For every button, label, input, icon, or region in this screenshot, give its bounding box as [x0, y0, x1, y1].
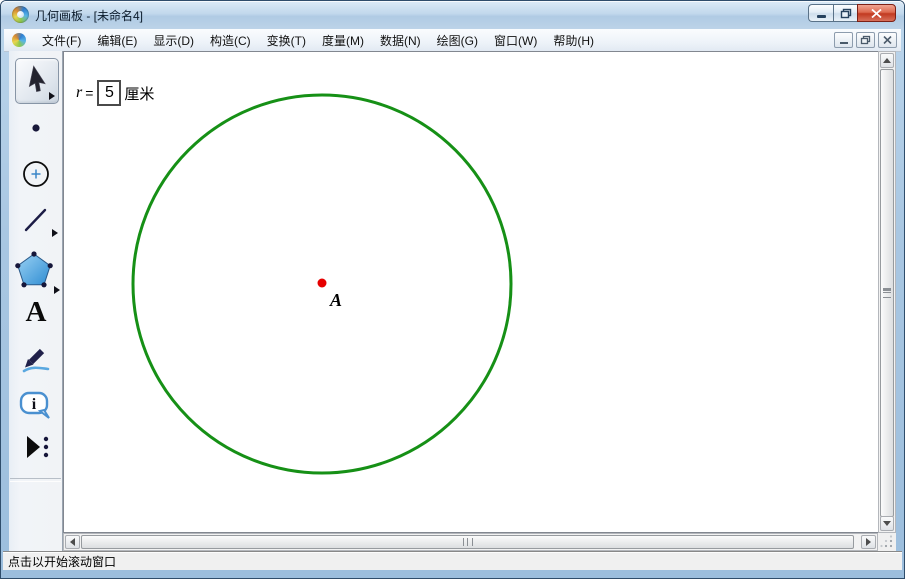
drawing-canvas[interactable]: r = 5 厘米 A	[63, 51, 878, 533]
circle-icon	[23, 161, 49, 187]
thumb-grip-icon	[462, 538, 473, 546]
menu-item-help[interactable]: 帮助(H)	[545, 29, 602, 52]
restore-icon	[840, 8, 851, 18]
radius-value-box[interactable]: 5	[97, 80, 122, 106]
point-label[interactable]: A	[330, 290, 342, 311]
menu-item-graph[interactable]: 绘图(G)	[429, 29, 486, 52]
thumb-grip-icon	[883, 288, 891, 298]
arrow-down-icon	[883, 521, 891, 526]
menu-item-display[interactable]: 显示(D)	[145, 29, 202, 52]
minimize-button[interactable]	[808, 4, 833, 22]
mdi-close-button[interactable]	[878, 32, 897, 48]
window-title: 几何画板 - [未命名4]	[35, 9, 144, 23]
center-point[interactable]	[317, 278, 327, 288]
horizontal-scroll-thumb[interactable]	[81, 535, 854, 549]
tool-custom[interactable]	[9, 429, 63, 463]
flyout-arrow-icon	[49, 92, 55, 100]
restore-button[interactable]	[833, 4, 857, 22]
vertical-scroll-thumb[interactable]	[880, 69, 894, 517]
equals-sign: =	[85, 85, 94, 101]
menu-item-window[interactable]: 窗口(W)	[486, 29, 545, 52]
close-icon	[871, 8, 882, 18]
scroll-up-button[interactable]	[880, 53, 894, 68]
tool-polygon[interactable]	[9, 247, 63, 297]
mdi-close-icon	[883, 36, 892, 44]
title-bar[interactable]: 几何画板 - [未命名4]	[1, 1, 904, 29]
tool-information[interactable]: i	[9, 387, 63, 425]
tool-selection-arrow[interactable]	[15, 58, 59, 104]
sketch-layer	[131, 93, 513, 475]
menu-item-transform[interactable]: 变换(T)	[259, 29, 314, 52]
arrow-right-icon	[866, 538, 871, 546]
status-bar: 点击以开始滚动窗口	[3, 551, 902, 570]
close-button[interactable]	[857, 4, 896, 22]
app-window: 几何画板 - [未命名4] 文件(F) 编辑(E) 显示(D) 构造(C) 变换…	[0, 0, 905, 579]
mdi-minimize-button[interactable]	[834, 32, 853, 48]
svg-text:i: i	[32, 396, 37, 413]
tool-compass-circle[interactable]	[9, 156, 63, 192]
document-icon[interactable]	[12, 33, 26, 47]
mdi-restore-icon	[860, 35, 871, 45]
tool-marker[interactable]	[9, 343, 63, 379]
toolbar-separator	[10, 478, 61, 482]
selection-arrow-icon	[28, 65, 46, 93]
horizontal-scrollbar[interactable]	[63, 533, 878, 551]
tool-palette: A i	[9, 51, 63, 551]
scroll-left-button[interactable]	[65, 535, 80, 549]
polygon-icon	[15, 251, 53, 288]
radius-variable: r	[76, 84, 83, 101]
arrow-up-icon	[883, 58, 891, 63]
tool-text[interactable]: A	[9, 293, 63, 331]
radius-unit: 厘米	[124, 85, 155, 103]
flyout-arrow-icon	[52, 229, 58, 237]
menu-bar: 文件(F) 编辑(E) 显示(D) 构造(C) 变换(T) 度量(M) 数据(N…	[4, 29, 901, 52]
text-tool-icon: A	[25, 295, 47, 328]
tool-point[interactable]	[9, 113, 63, 143]
menu-item-construct[interactable]: 构造(C)	[202, 29, 259, 52]
tool-segment[interactable]	[9, 201, 63, 239]
radius-label: r = 5 厘米	[76, 80, 154, 106]
info-icon: i	[19, 391, 50, 419]
point-icon	[32, 124, 40, 132]
menu-item-edit[interactable]: 编辑(E)	[89, 29, 145, 52]
menu-item-file[interactable]: 文件(F)	[34, 29, 89, 52]
menu-item-measure[interactable]: 度量(M)	[314, 29, 372, 52]
status-text: 点击以开始滚动窗口	[8, 554, 117, 569]
custom-tool-icon	[27, 436, 49, 458]
menu-item-data[interactable]: 数据(N)	[372, 29, 429, 52]
minimize-icon	[816, 14, 826, 18]
scroll-down-button[interactable]	[880, 516, 894, 531]
scroll-right-button[interactable]	[861, 535, 876, 549]
resize-grip[interactable]	[878, 533, 896, 551]
marker-icon	[22, 348, 50, 373]
segment-icon	[24, 208, 47, 232]
arrow-left-icon	[70, 538, 75, 546]
mdi-restore-button[interactable]	[856, 32, 875, 48]
vertical-scrollbar[interactable]	[878, 51, 896, 533]
resize-grip-icon	[880, 535, 893, 548]
app-logo-icon	[12, 6, 29, 23]
mdi-minimize-icon	[839, 42, 848, 44]
